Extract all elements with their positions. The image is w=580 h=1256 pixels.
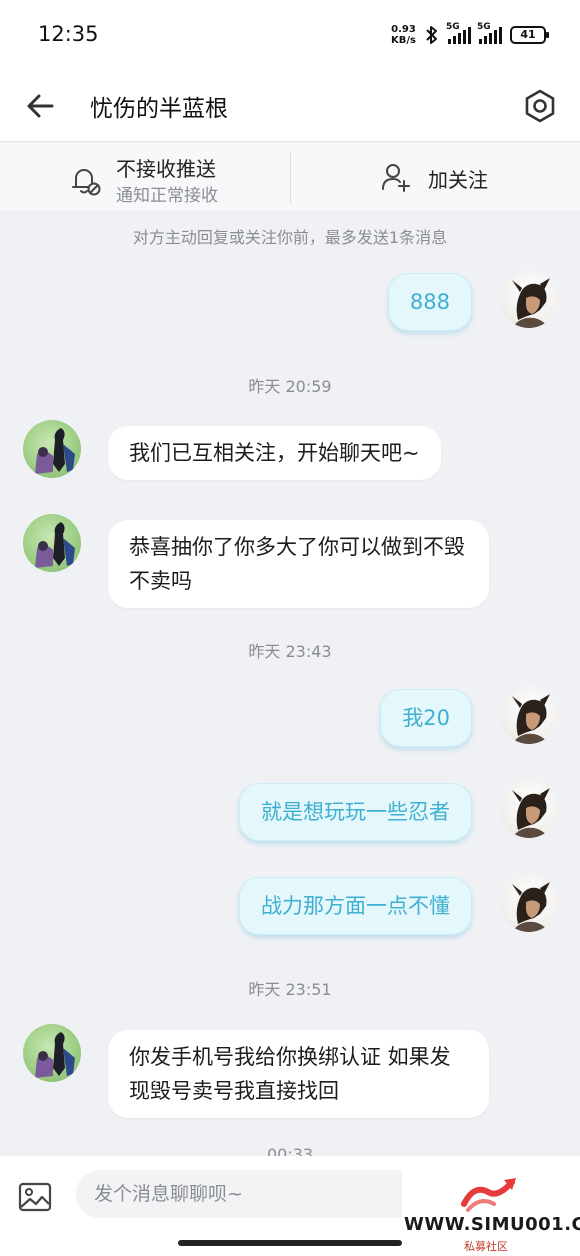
illustration-avatar-icon: [35, 522, 75, 568]
peer-message-bubble[interactable]: 你发手机号我给你换绑认证 如果发现毁号卖号我直接找回: [108, 1030, 489, 1118]
peer-avatar[interactable]: [23, 420, 81, 478]
network-speed-value: 0.93: [391, 24, 416, 35]
anime-boy-avatar-icon: [512, 694, 550, 744]
gear-icon: [525, 89, 555, 123]
illustration-avatar-icon: [35, 1032, 75, 1078]
message-timestamp: 昨天 23:43: [248, 642, 332, 661]
image-picker-button[interactable]: [16, 1178, 54, 1216]
add-user-icon: [382, 164, 410, 192]
action-divider: [290, 151, 291, 203]
my-message-bubble[interactable]: 888: [387, 273, 472, 331]
status-bar: 12:35 0.93 KB/s 5G 5G 41: [0, 0, 580, 72]
my-message-bubble[interactable]: 就是想玩玩一些忍者: [239, 783, 472, 841]
illustration-avatar-icon: [35, 428, 75, 474]
bell-muted-icon: [72, 169, 101, 196]
push-setting-title: 不接收推送: [116, 157, 216, 181]
anime-boy-avatar-icon: [512, 788, 550, 838]
push-setting-subtitle: 通知正常接收: [116, 186, 218, 206]
settings-button[interactable]: [518, 84, 562, 128]
my-avatar[interactable]: [500, 686, 558, 744]
page-title: 忧伤的半蓝根: [90, 96, 228, 122]
my-avatar[interactable]: [500, 780, 558, 838]
peer-avatar[interactable]: [23, 1024, 81, 1082]
watermark-logo-icon: [461, 1178, 516, 1212]
anime-boy-avatar-icon: [512, 882, 550, 932]
sim2-label: 5G: [477, 22, 491, 32]
push-setting-button[interactable]: 不接收推送 通知正常接收: [64, 151, 284, 206]
back-button[interactable]: [22, 86, 62, 126]
signal-icon-sim2: 5G: [477, 22, 502, 44]
anime-boy-avatar-icon: [512, 278, 550, 328]
status-icons: 0.93 KB/s 5G 5G 41: [391, 22, 549, 46]
network-speed: 0.93 KB/s: [391, 24, 416, 46]
peer-avatar[interactable]: [23, 514, 81, 572]
my-avatar[interactable]: [500, 270, 558, 328]
message-timestamp: 昨天 23:51: [248, 980, 332, 999]
sim1-label: 5G: [446, 22, 460, 32]
status-time: 12:35: [38, 22, 99, 46]
chat-header: 忧伤的半蓝根: [0, 72, 580, 142]
message-timestamp: 昨天 20:59: [248, 377, 332, 396]
message-limit-notice: 对方主动回复或关注你前，最多发送1条消息: [132, 228, 448, 247]
peer-message-bubble[interactable]: 我们已互相关注，开始聊天吧~: [108, 426, 441, 480]
home-indicator[interactable]: [178, 1240, 402, 1246]
peer-message-bubble[interactable]: 恭喜抽你了你多大了你可以做到不毁不卖吗: [108, 520, 489, 608]
signal-icon-sim1: 5G: [446, 22, 471, 44]
follow-button[interactable]: 加关注: [380, 157, 510, 197]
watermark-sub-text: 私募社区: [464, 1240, 508, 1253]
battery-icon: 41: [510, 26, 549, 44]
arrow-left-icon: [27, 94, 54, 118]
site-watermark: WWW.SIMU001.CN 私募社区: [402, 1168, 580, 1256]
follow-label: 加关注: [428, 168, 488, 192]
bluetooth-icon: [426, 26, 437, 44]
network-speed-unit: KB/s: [391, 35, 416, 46]
watermark-site-text: WWW.SIMU001.CN: [404, 1214, 580, 1235]
my-avatar[interactable]: [500, 874, 558, 932]
message-timestamp: 00:33: [266, 1145, 314, 1156]
chat-action-bar: 不接收推送 通知正常接收 加关注: [0, 143, 580, 211]
my-message-bubble[interactable]: 我20: [380, 689, 472, 747]
my-message-bubble[interactable]: 战力那方面一点不懂: [239, 877, 472, 935]
image-icon: [18, 1182, 52, 1212]
